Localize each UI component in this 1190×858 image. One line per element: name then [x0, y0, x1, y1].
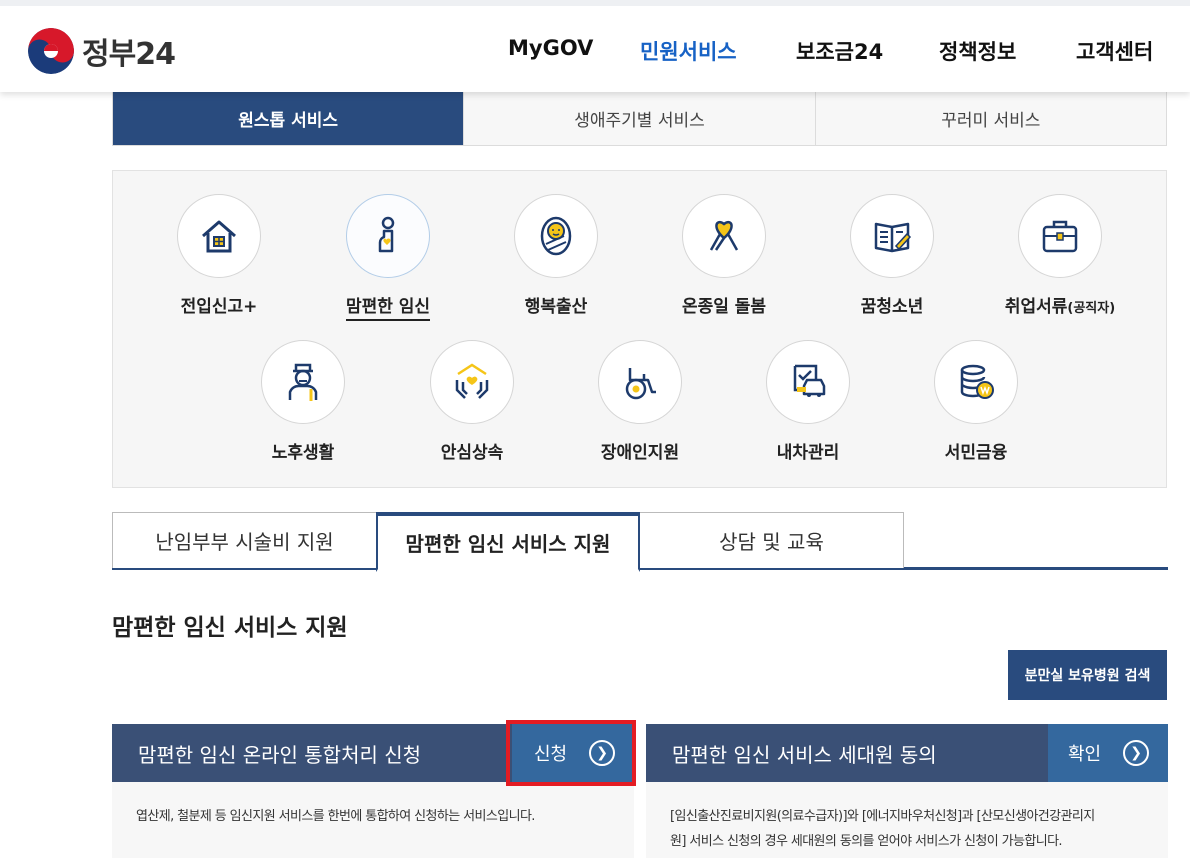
ribbon-icon: [682, 194, 766, 278]
house-icon: [177, 194, 261, 278]
site-header: 정부24 MyGOV 민원서비스 보조금24 정책정보 고객센터: [0, 0, 1190, 92]
tab-pregnancy-support[interactable]: 맘편한 임신 서비스 지원: [376, 512, 640, 572]
service-label: 내차관리: [776, 443, 840, 463]
service-microfinance[interactable]: 서민금융: [906, 340, 1046, 463]
nav-policy-info[interactable]: 정책정보: [939, 36, 1016, 66]
card-description-line: 원] 서비스 신청의 경우 세대원의 동의를 얻어야 서비스가 신청이 가능합니…: [670, 834, 1063, 849]
briefcase-icon: [1018, 194, 1102, 278]
tab-infertility-support[interactable]: 난임부부 시술비 지원: [112, 512, 377, 568]
wheelchair-icon: [598, 340, 682, 424]
service-car-management[interactable]: 내차관리: [738, 340, 878, 463]
nav-subsidy24[interactable]: 보조금24: [796, 36, 883, 66]
tab-package[interactable]: 꾸러미 서비스: [814, 92, 1166, 145]
card-title: 맘편한 임신 온라인 통합처리 신청: [138, 742, 422, 767]
service-label: 장애인지원: [600, 443, 680, 463]
main-nav: MyGOV 민원서비스 보조금24 정책정보 고객센터: [0, 36, 1190, 76]
service-retirement[interactable]: 노후생활: [233, 340, 373, 463]
card-header: 맘편한 임신 서비스 세대원 동의 확인 ❯: [646, 724, 1168, 782]
confirm-label: 확인: [1068, 744, 1102, 765]
service-label: 온종일 돌봄: [681, 297, 767, 317]
service-childcare[interactable]: 온종일 돌봄: [654, 194, 794, 317]
household-consent-card: 맘편한 임신 서비스 세대원 동의 확인 ❯ [임신출산진료비지원(의료수급자)…: [646, 724, 1168, 858]
service-label: 안심상속: [440, 443, 504, 463]
service-type-tabs: 원스톱 서비스 생애주기별 서비스 꾸러미 서비스: [112, 92, 1167, 146]
service-employment-docs[interactable]: 취업서류(공직자): [990, 194, 1130, 317]
card-title: 맘편한 임신 서비스 세대원 동의: [672, 742, 937, 767]
book-icon: [850, 194, 934, 278]
service-inheritance[interactable]: 안심상속: [402, 340, 542, 463]
service-pregnancy[interactable]: 맘편한 임신: [318, 194, 458, 321]
hands-heart-icon: [430, 340, 514, 424]
service-label: 전입신고+: [180, 297, 258, 317]
elderly-man-icon: [261, 340, 345, 424]
coins-icon: [934, 340, 1018, 424]
service-birth[interactable]: 행복출산: [486, 194, 626, 317]
tab-lifecycle[interactable]: 생애주기별 서비스: [463, 92, 815, 145]
section-title: 맘편한 임신 서비스 지원: [112, 615, 348, 641]
nav-mygov[interactable]: MyGOV: [508, 36, 593, 60]
hospital-search-button[interactable]: 분만실 보유병원 검색: [1008, 650, 1167, 700]
service-label: 행복출산: [524, 297, 588, 317]
car-document-icon: [766, 340, 850, 424]
service-youth[interactable]: 꿈청소년: [822, 194, 962, 317]
tab-counseling-education[interactable]: 상담 및 교육: [639, 512, 904, 568]
service-label: 맘편한 임신: [345, 292, 431, 321]
pregnant-woman-icon: [346, 194, 430, 278]
nav-civil-service[interactable]: 민원서비스: [640, 36, 737, 66]
confirm-button[interactable]: 확인 ❯: [1048, 724, 1168, 782]
sub-tabs: 난임부부 시술비 지원 맘편한 임신 서비스 지원 상담 및 교육: [112, 512, 1168, 572]
onestop-service-panel: 전입신고+ 맘편한 임신 행복출산 온종일 돌봄 꿈청소년 취업서류(공직자): [112, 170, 1167, 488]
service-label: 꿈청소년: [860, 297, 924, 317]
service-disability[interactable]: 장애인지원: [570, 340, 710, 463]
chevron-right-icon: ❯: [1123, 740, 1150, 766]
service-move-in[interactable]: 전입신고+: [149, 194, 289, 317]
card-description: [임신출산진료비지원(의료수급자)]와 [에너지바우처신청]과 [산모신생아건강…: [646, 782, 1168, 854]
nav-customer-center[interactable]: 고객센터: [1076, 36, 1153, 66]
card-description-line: [임신출산진료비지원(의료수급자)]와 [에너지바우처신청]과 [산모신생아건강…: [670, 809, 1095, 824]
highlight-box: [506, 720, 636, 786]
service-label: 노후생활: [271, 443, 335, 463]
service-label: 취업서류(공직자): [1004, 297, 1116, 317]
baby-icon: [514, 194, 598, 278]
card-description: 엽산제, 철분제 등 임신지원 서비스를 한번에 통합하여 신청하는 서비스입니…: [136, 809, 535, 824]
service-label: 서민금융: [944, 443, 1008, 463]
tab-onestop[interactable]: 원스톱 서비스: [113, 92, 464, 145]
